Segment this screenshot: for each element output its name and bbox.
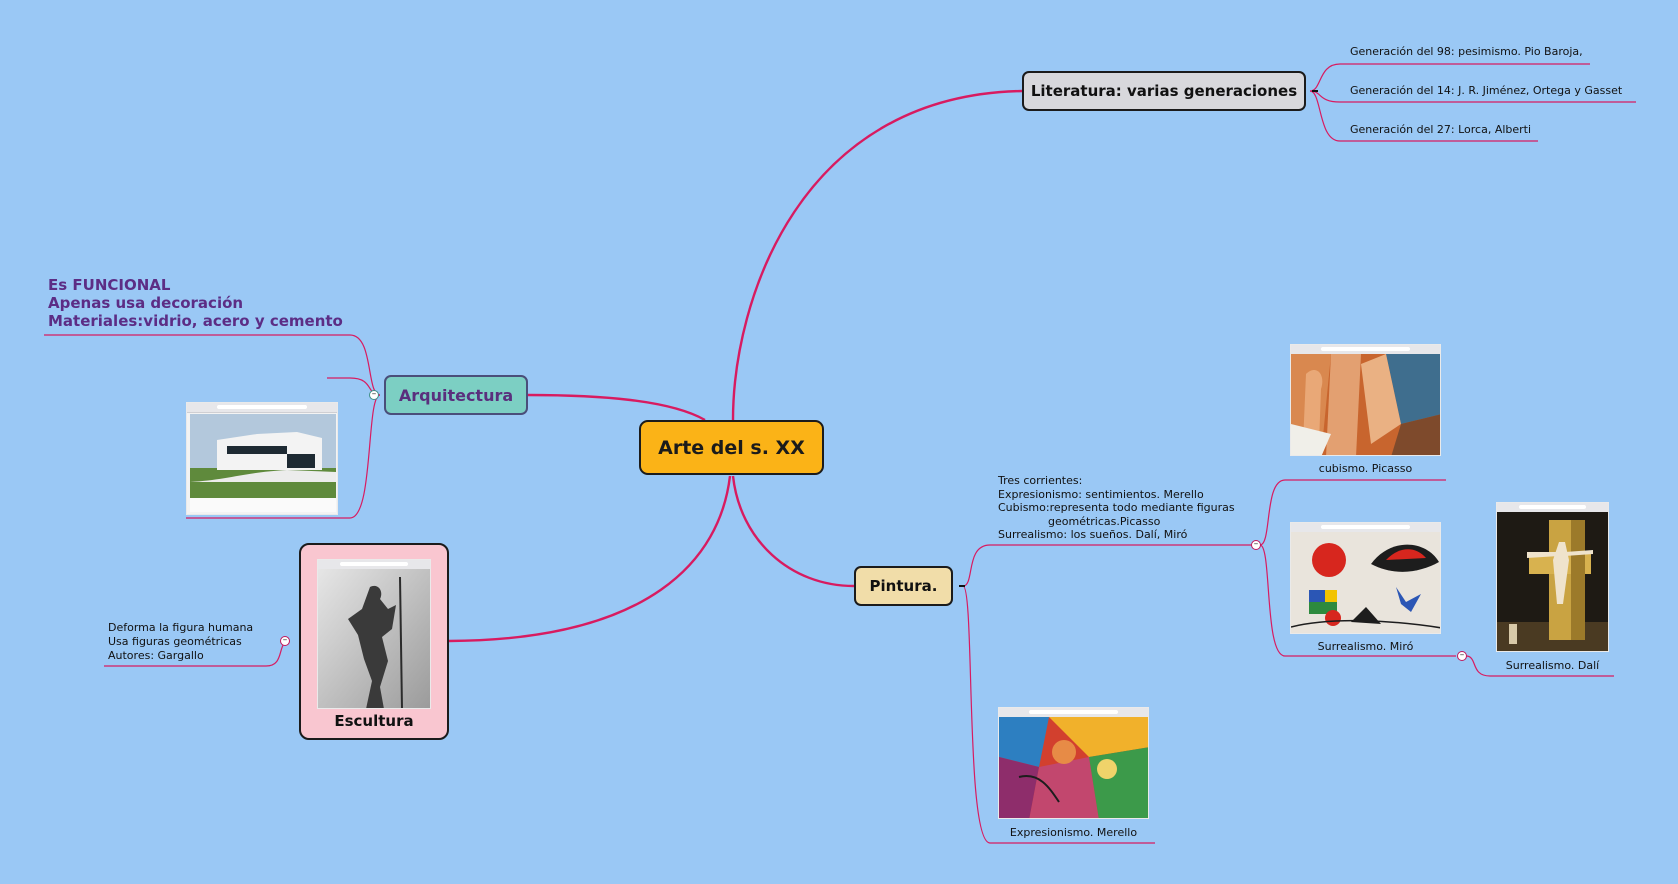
pintura-note-expresionismo: Expresionismo: sentimientos. Merello — [998, 487, 1204, 501]
caption-cubismo: cubismo. Picasso — [1318, 462, 1413, 475]
caption-miro: Surrealismo. Miró — [1317, 640, 1414, 653]
expresionismo-merello-image[interactable] — [998, 707, 1149, 819]
arquitectura-note-decoracion: Apenas usa decoración — [48, 294, 244, 312]
pintura-note-corrientes: Tres corrientes: — [998, 474, 1083, 487]
caption-expresionismo: Expresionismo. Merello — [1009, 826, 1138, 839]
arquitectura-notes[interactable]: Es FUNCIONAL Apenas usa decoración Mater… — [48, 276, 343, 330]
escultura-notes[interactable]: Deforma la figura humana Usa figuras geo… — [108, 621, 253, 663]
sculpture-image[interactable] — [317, 559, 431, 709]
literatura-item-14[interactable]: Generación del 14: J. R. Jiménez, Ortega… — [1350, 84, 1622, 98]
escultura-note-deforma: Deforma la figura humana — [108, 621, 254, 634]
topic-pintura[interactable]: Pintura. — [854, 566, 953, 606]
pintura-note-cubismo: Cubismo:representa todo mediante figuras — [998, 501, 1235, 514]
topic-literatura[interactable]: Literatura: varias generaciones — [1022, 71, 1306, 111]
escultura-label: Escultura — [334, 712, 414, 730]
topic-arquitectura[interactable]: Arquitectura — [384, 375, 528, 415]
collapse-marker[interactable] — [1312, 90, 1318, 92]
surrealismo-dali-image[interactable] — [1496, 502, 1609, 652]
collapse-toggle-surrealismo[interactable]: – — [1457, 651, 1467, 661]
literatura-item-27[interactable]: Generación del 27: Lorca, Alberti — [1350, 123, 1531, 137]
topic-escultura[interactable]: Escultura — [299, 543, 449, 740]
pintura-notes[interactable]: Tres corrientes: Expresionismo: sentimie… — [998, 474, 1235, 542]
central-topic[interactable]: Arte del s. XX — [639, 420, 824, 475]
arquitectura-note-funcional: Es FUNCIONAL — [48, 276, 171, 294]
pintura-note-surrealismo: Surrealismo: los sueños. Dalí, Miró — [998, 528, 1188, 541]
literatura-item-98[interactable]: Generación del 98: pesimismo. Pio Baroja… — [1350, 45, 1583, 59]
link-pintura — [731, 475, 855, 588]
caption-dali: Surrealismo. Dalí — [1505, 659, 1600, 672]
collapse-toggle-arquitectura[interactable]: – — [369, 390, 379, 400]
collapse-marker[interactable] — [959, 585, 965, 587]
arquitectura-note-materiales: Materiales:vidrio, acero y cemento — [48, 312, 343, 330]
link-escultura — [448, 475, 732, 643]
cubismo-picasso-image[interactable] — [1290, 344, 1441, 456]
collapse-toggle-escultura[interactable]: – — [280, 636, 290, 646]
modern-house-image[interactable] — [186, 402, 338, 515]
pintura-note-cubismo-cont: geométricas.Picasso — [1048, 514, 1161, 528]
collapse-toggle-pintura[interactable]: – — [1251, 540, 1261, 550]
link-literatura — [731, 89, 1023, 421]
escultura-note-autores: Autores: Gargallo — [108, 649, 204, 662]
escultura-note-geometricas: Usa figuras geométricas — [108, 635, 242, 648]
surrealismo-miro-image[interactable] — [1290, 522, 1441, 634]
link-arquitectura — [527, 393, 706, 422]
